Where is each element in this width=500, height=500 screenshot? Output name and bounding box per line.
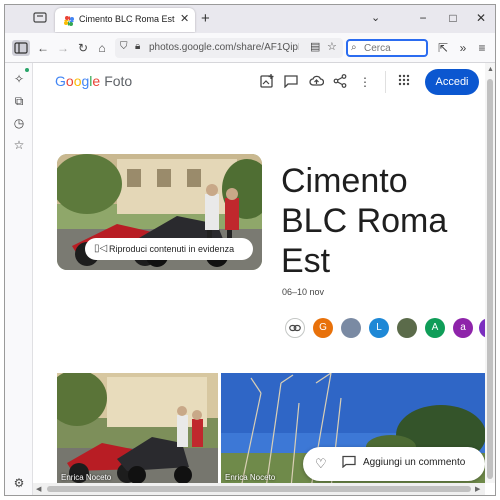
google-photos-favicon-icon (63, 14, 75, 26)
comment-bubble-icon[interactable] (342, 455, 356, 471)
back-icon[interactable]: ← (35, 40, 51, 56)
google-photos-page: Google Foto ⋮ Accedi ▯◁ Riproduci conten… (33, 63, 485, 483)
photo-thumbnail[interactable]: Enrica Noceto (57, 373, 218, 483)
comment-bar: ♡ Aggiungi un commento (303, 447, 485, 481)
contributor-avatar[interactable]: L (369, 318, 389, 338)
play-highlights-label: Riproduci contenuti in evidenza (109, 244, 235, 254)
more-options-icon[interactable]: ⋮ (357, 74, 373, 90)
heart-icon[interactable]: ♡ (315, 456, 327, 472)
new-tab-button[interactable]: + (201, 10, 210, 28)
tab-title: Cimento BLC Roma Est - Google Fo (79, 14, 177, 24)
maximize-button[interactable]: □ (445, 9, 461, 27)
play-slideshow-icon: ▯◁ (94, 243, 108, 254)
upload-cloud-icon[interactable] (308, 74, 324, 90)
minimize-button[interactable]: − (415, 9, 431, 27)
add-photos-icon[interactable] (259, 74, 275, 90)
address-bar[interactable]: ⛉ 🔒︎ photos.google.com/share/AF1QipPVo3 … (115, 38, 343, 58)
scroll-right-arrow-icon[interactable]: ▶ (475, 485, 480, 493)
history-icon[interactable]: ◷ (11, 115, 27, 131)
search-icon: ⌕ (351, 42, 357, 53)
hamburger-menu-icon[interactable]: ≡ (474, 40, 490, 56)
contributor-avatar[interactable] (397, 318, 417, 338)
add-comment-button[interactable]: Aggiungi un commento (363, 457, 465, 468)
photo-credit: Enrica Noceto (61, 473, 112, 482)
list-all-tabs-icon[interactable]: ⌄ (371, 11, 380, 24)
scroll-up-arrow-icon[interactable]: ▲ (487, 66, 494, 73)
horizontal-scroll-thumb[interactable] (47, 486, 471, 492)
sidebar-toggle-icon[interactable] (12, 40, 30, 56)
login-button[interactable]: Accedi (425, 69, 479, 95)
browser-window: Cimento BLC Roma Est - Google Fo ✕ + ⌄ −… (4, 4, 496, 496)
navigation-toolbar: ← → ↻ ⌂ ⛉ 🔒︎ photos.google.com/share/AF1… (5, 33, 495, 63)
ai-sparkle-icon[interactable]: ✧ (11, 71, 27, 87)
album-cover-photo[interactable]: ▯◁ Riproduci contenuti in evidenza (57, 154, 262, 270)
tab-close-icon[interactable]: ✕ (180, 12, 189, 26)
contributor-avatar[interactable]: a (453, 318, 473, 338)
link-icon[interactable] (285, 318, 305, 338)
bookmarks-icon[interactable]: ☆ (11, 137, 27, 153)
forward-icon[interactable]: → (55, 40, 71, 56)
contributor-avatar[interactable]: A (425, 318, 445, 338)
search-box[interactable]: ⌕ (346, 39, 428, 57)
vertical-scrollbar[interactable]: ▲ (485, 63, 495, 483)
search-input[interactable] (364, 42, 424, 55)
extensions-icon[interactable]: ⇱ (435, 40, 451, 56)
photos-header: Google Foto ⋮ Accedi (33, 63, 485, 103)
contributor-avatar[interactable] (341, 318, 361, 338)
album-date: 06–10 nov (282, 287, 325, 297)
reload-icon[interactable]: ↻ (75, 40, 91, 56)
reader-view-icon[interactable]: ▤ (310, 40, 320, 53)
scroll-left-arrow-icon[interactable]: ◀ (36, 485, 41, 493)
tab-strip: Cimento BLC Roma Est - Google Fo ✕ + ⌄ −… (5, 5, 495, 33)
comment-icon[interactable] (283, 74, 299, 90)
close-window-button[interactable]: ✕ (473, 9, 489, 27)
horizontal-scrollbar[interactable]: ◀ ▶ (33, 483, 485, 495)
browser-sidebar: ✧ ⧉ ◷ ☆ ⚙ (5, 63, 33, 495)
customize-sidebar-icon[interactable]: ⚙ (11, 475, 27, 491)
contributor-avatar[interactable]: G (313, 318, 333, 338)
logo-product-name: Foto (104, 73, 133, 89)
overflow-chevron-icon[interactable]: » (455, 40, 471, 56)
tab-active[interactable]: Cimento BLC Roma Est - Google Fo ✕ (55, 8, 195, 32)
tab-list-icon[interactable] (31, 11, 49, 27)
header-divider (385, 71, 386, 93)
shield-icon[interactable]: ⛉ (120, 41, 128, 52)
album-title: Cimento BLC Roma Est (281, 162, 448, 280)
google-photos-logo[interactable]: Google Foto (55, 73, 132, 89)
notification-dot (25, 68, 29, 72)
share-icon[interactable] (332, 74, 348, 90)
apps-grid-icon[interactable] (396, 74, 412, 90)
vertical-scroll-thumb[interactable] (487, 79, 493, 479)
photo-credit: Enrica Noceto (225, 473, 276, 482)
home-icon[interactable]: ⌂ (94, 40, 110, 56)
play-highlights-button[interactable]: ▯◁ Riproduci contenuti in evidenza (85, 238, 253, 260)
synced-tabs-icon[interactable]: ⧉ (11, 93, 27, 109)
url-text[interactable]: photos.google.com/share/AF1QipPVo3 (149, 42, 299, 53)
bookmark-star-icon[interactable]: ☆ (327, 40, 337, 53)
lock-icon[interactable]: 🔒︎ (135, 41, 140, 52)
